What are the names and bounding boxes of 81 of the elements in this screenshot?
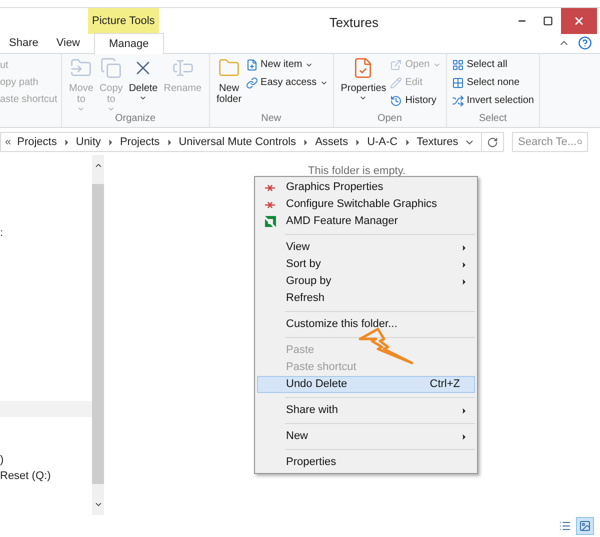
- nav-pane-text: :: [0, 226, 4, 241]
- close-button[interactable]: [561, 8, 597, 34]
- menu-item[interactable]: New: [257, 428, 475, 445]
- graphics-chip-icon: [265, 202, 275, 208]
- menu-item[interactable]: AMD Feature Manager: [257, 213, 475, 230]
- help-icon[interactable]: [578, 36, 592, 50]
- refresh-icon[interactable]: [487, 136, 498, 148]
- submenu-arrow-icon: [460, 260, 468, 268]
- menu-item[interactable]: Sort by: [257, 256, 475, 273]
- caret-icon: [77, 105, 86, 113]
- ribbon-button[interactable]: Select none: [452, 74, 534, 91]
- nav-pane-item[interactable]: Reset (Q:): [0, 468, 51, 484]
- breadcrumb[interactable]: Assets: [315, 134, 348, 150]
- breadcrumb[interactable]: Textures: [416, 134, 458, 150]
- scrollbar[interactable]: [92, 155, 104, 515]
- caret-icon: [359, 94, 368, 102]
- scroll-up-icon[interactable]: [94, 161, 102, 170]
- pencil-icon: [390, 76, 402, 88]
- ribbon-button[interactable]: Select all: [452, 56, 534, 73]
- annotation-arrow: [358, 327, 414, 365]
- history-icon: [390, 94, 402, 106]
- submenu-arrow-icon: [460, 432, 468, 440]
- nav-pane-text: ): [0, 453, 4, 468]
- link-icon: [246, 76, 258, 88]
- ribbon-button[interactable]: Properties: [338, 54, 388, 113]
- empty-folder-message: This folder is empty.: [308, 164, 406, 179]
- group-label: New: [260, 113, 282, 126]
- menu-item[interactable]: Properties: [257, 454, 475, 471]
- folder-arrow-icon: [70, 57, 92, 79]
- grid-icon: [452, 58, 464, 70]
- breadcrumb[interactable]: Unity: [76, 134, 101, 150]
- menu-item[interactable]: Share with: [257, 402, 475, 419]
- view-toggle[interactable]: [576, 517, 594, 535]
- ribbon-button[interactable]: Invert selection: [452, 92, 534, 109]
- breadcrumb[interactable]: Universal Mute Controls: [178, 134, 296, 150]
- group-label: Open: [376, 113, 403, 126]
- scroll-down-icon[interactable]: [94, 500, 102, 509]
- ribbon-tab[interactable]: Manage: [94, 33, 164, 54]
- caret-icon: [139, 94, 148, 102]
- amd-logo-icon: [264, 216, 276, 227]
- breadcrumb[interactable]: U-A-C: [367, 134, 398, 150]
- menu-item[interactable]: Customize this folder...: [257, 316, 475, 333]
- menu-item[interactable]: View: [257, 239, 475, 256]
- group-label: Select: [478, 113, 508, 126]
- ribbon-button[interactable]: New item: [246, 56, 328, 73]
- ribbon-tab[interactable]: View: [47, 33, 90, 53]
- ribbon-button[interactable]: Easy access: [246, 74, 328, 91]
- search-field[interactable]: Search Te...: [512, 132, 588, 152]
- group-label: Organize: [114, 113, 157, 126]
- ribbon-button[interactable]: History: [390, 92, 441, 109]
- contextual-tab-label: Picture Tools: [88, 8, 159, 34]
- breadcrumb[interactable]: Projects: [17, 134, 57, 150]
- submenu-arrow-icon: [460, 406, 468, 414]
- search-icon: [576, 137, 582, 147]
- outlined-grid-icon: [452, 76, 464, 88]
- menu-item[interactable]: Refresh: [257, 290, 475, 307]
- file-plus-icon: [246, 58, 258, 70]
- breadcrumb[interactable]: Projects: [120, 134, 160, 150]
- submenu-arrow-icon: [460, 278, 468, 286]
- overflow-chevron[interactable]: «: [5, 134, 12, 150]
- menu-item[interactable]: Undo Delete Ctrl+Z: [257, 376, 475, 393]
- menu-item[interactable]: Group by: [257, 273, 475, 290]
- folder-icon: [218, 57, 240, 79]
- menu-item[interactable]: Graphics Properties: [257, 179, 475, 196]
- ribbon-button[interactable]: Delete: [126, 54, 160, 113]
- menu-item[interactable]: Configure Switchable Graphics: [257, 196, 475, 213]
- external-link-icon: [390, 58, 402, 70]
- shortcut-text: Ctrl+Z: [430, 377, 460, 392]
- copy-icon: [100, 57, 122, 79]
- ribbon-button[interactable]: New folder: [214, 54, 244, 113]
- caret-icon: [107, 105, 116, 113]
- graphics-chip-icon: [265, 184, 275, 190]
- submenu-arrow-icon: [460, 244, 468, 252]
- window-title: Textures: [328, 14, 380, 32]
- address-bar[interactable]: « Projects Unity Projects Universal Mute Controls Assets U-A-C Textures: [0, 132, 504, 152]
- ribbon-tab[interactable]: Share: [0, 33, 48, 53]
- shuffle-icon: [452, 94, 464, 106]
- image-icon: [579, 520, 591, 532]
- close-icon: [573, 15, 585, 27]
- maximize-icon: [543, 16, 553, 26]
- text-cursor-icon: [172, 57, 194, 79]
